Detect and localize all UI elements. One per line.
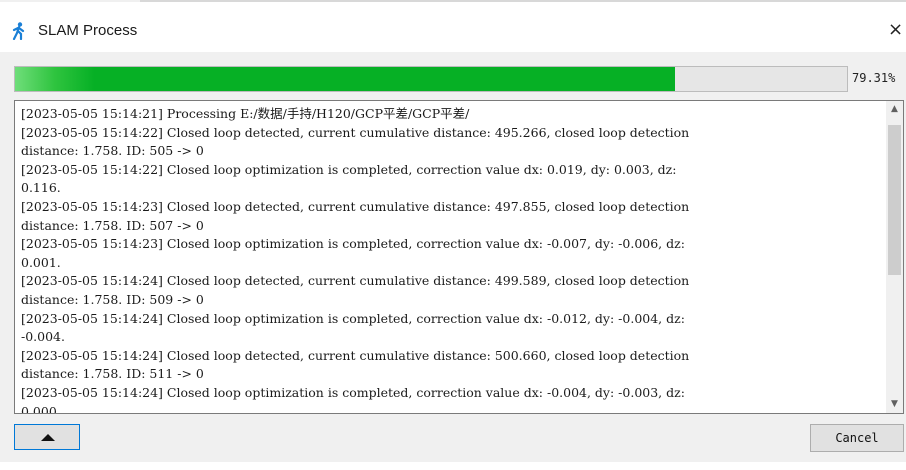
collapse-log-button[interactable] xyxy=(14,424,80,450)
progress-percentage: 79.31% xyxy=(852,71,896,85)
log-text: [2023-05-05 15:14:21] Processing E:/数据/手… xyxy=(21,106,690,414)
chevron-up-icon[interactable]: ▲ xyxy=(886,101,903,118)
progress-bar xyxy=(14,66,848,92)
title-bar: SLAM Process × xyxy=(0,2,906,52)
scrollbar-thumb[interactable] xyxy=(888,125,901,275)
walking-person-icon xyxy=(12,22,26,41)
close-button[interactable]: × xyxy=(888,16,906,44)
progress-bar-fill xyxy=(15,67,675,91)
chevron-down-icon[interactable]: ▼ xyxy=(886,396,903,413)
triangle-up-icon xyxy=(41,434,55,441)
window-title: SLAM Process xyxy=(38,22,138,39)
window-bottom-edge xyxy=(0,462,906,470)
log-output[interactable]: [2023-05-05 15:14:21] Processing E:/数据/手… xyxy=(14,100,904,414)
vertical-scrollbar[interactable]: ▲ ▼ xyxy=(886,101,903,413)
slam-process-dialog: SLAM Process × 79.31% [2023-05-05 15:14:… xyxy=(0,0,906,470)
cancel-button[interactable]: Cancel xyxy=(810,424,904,452)
